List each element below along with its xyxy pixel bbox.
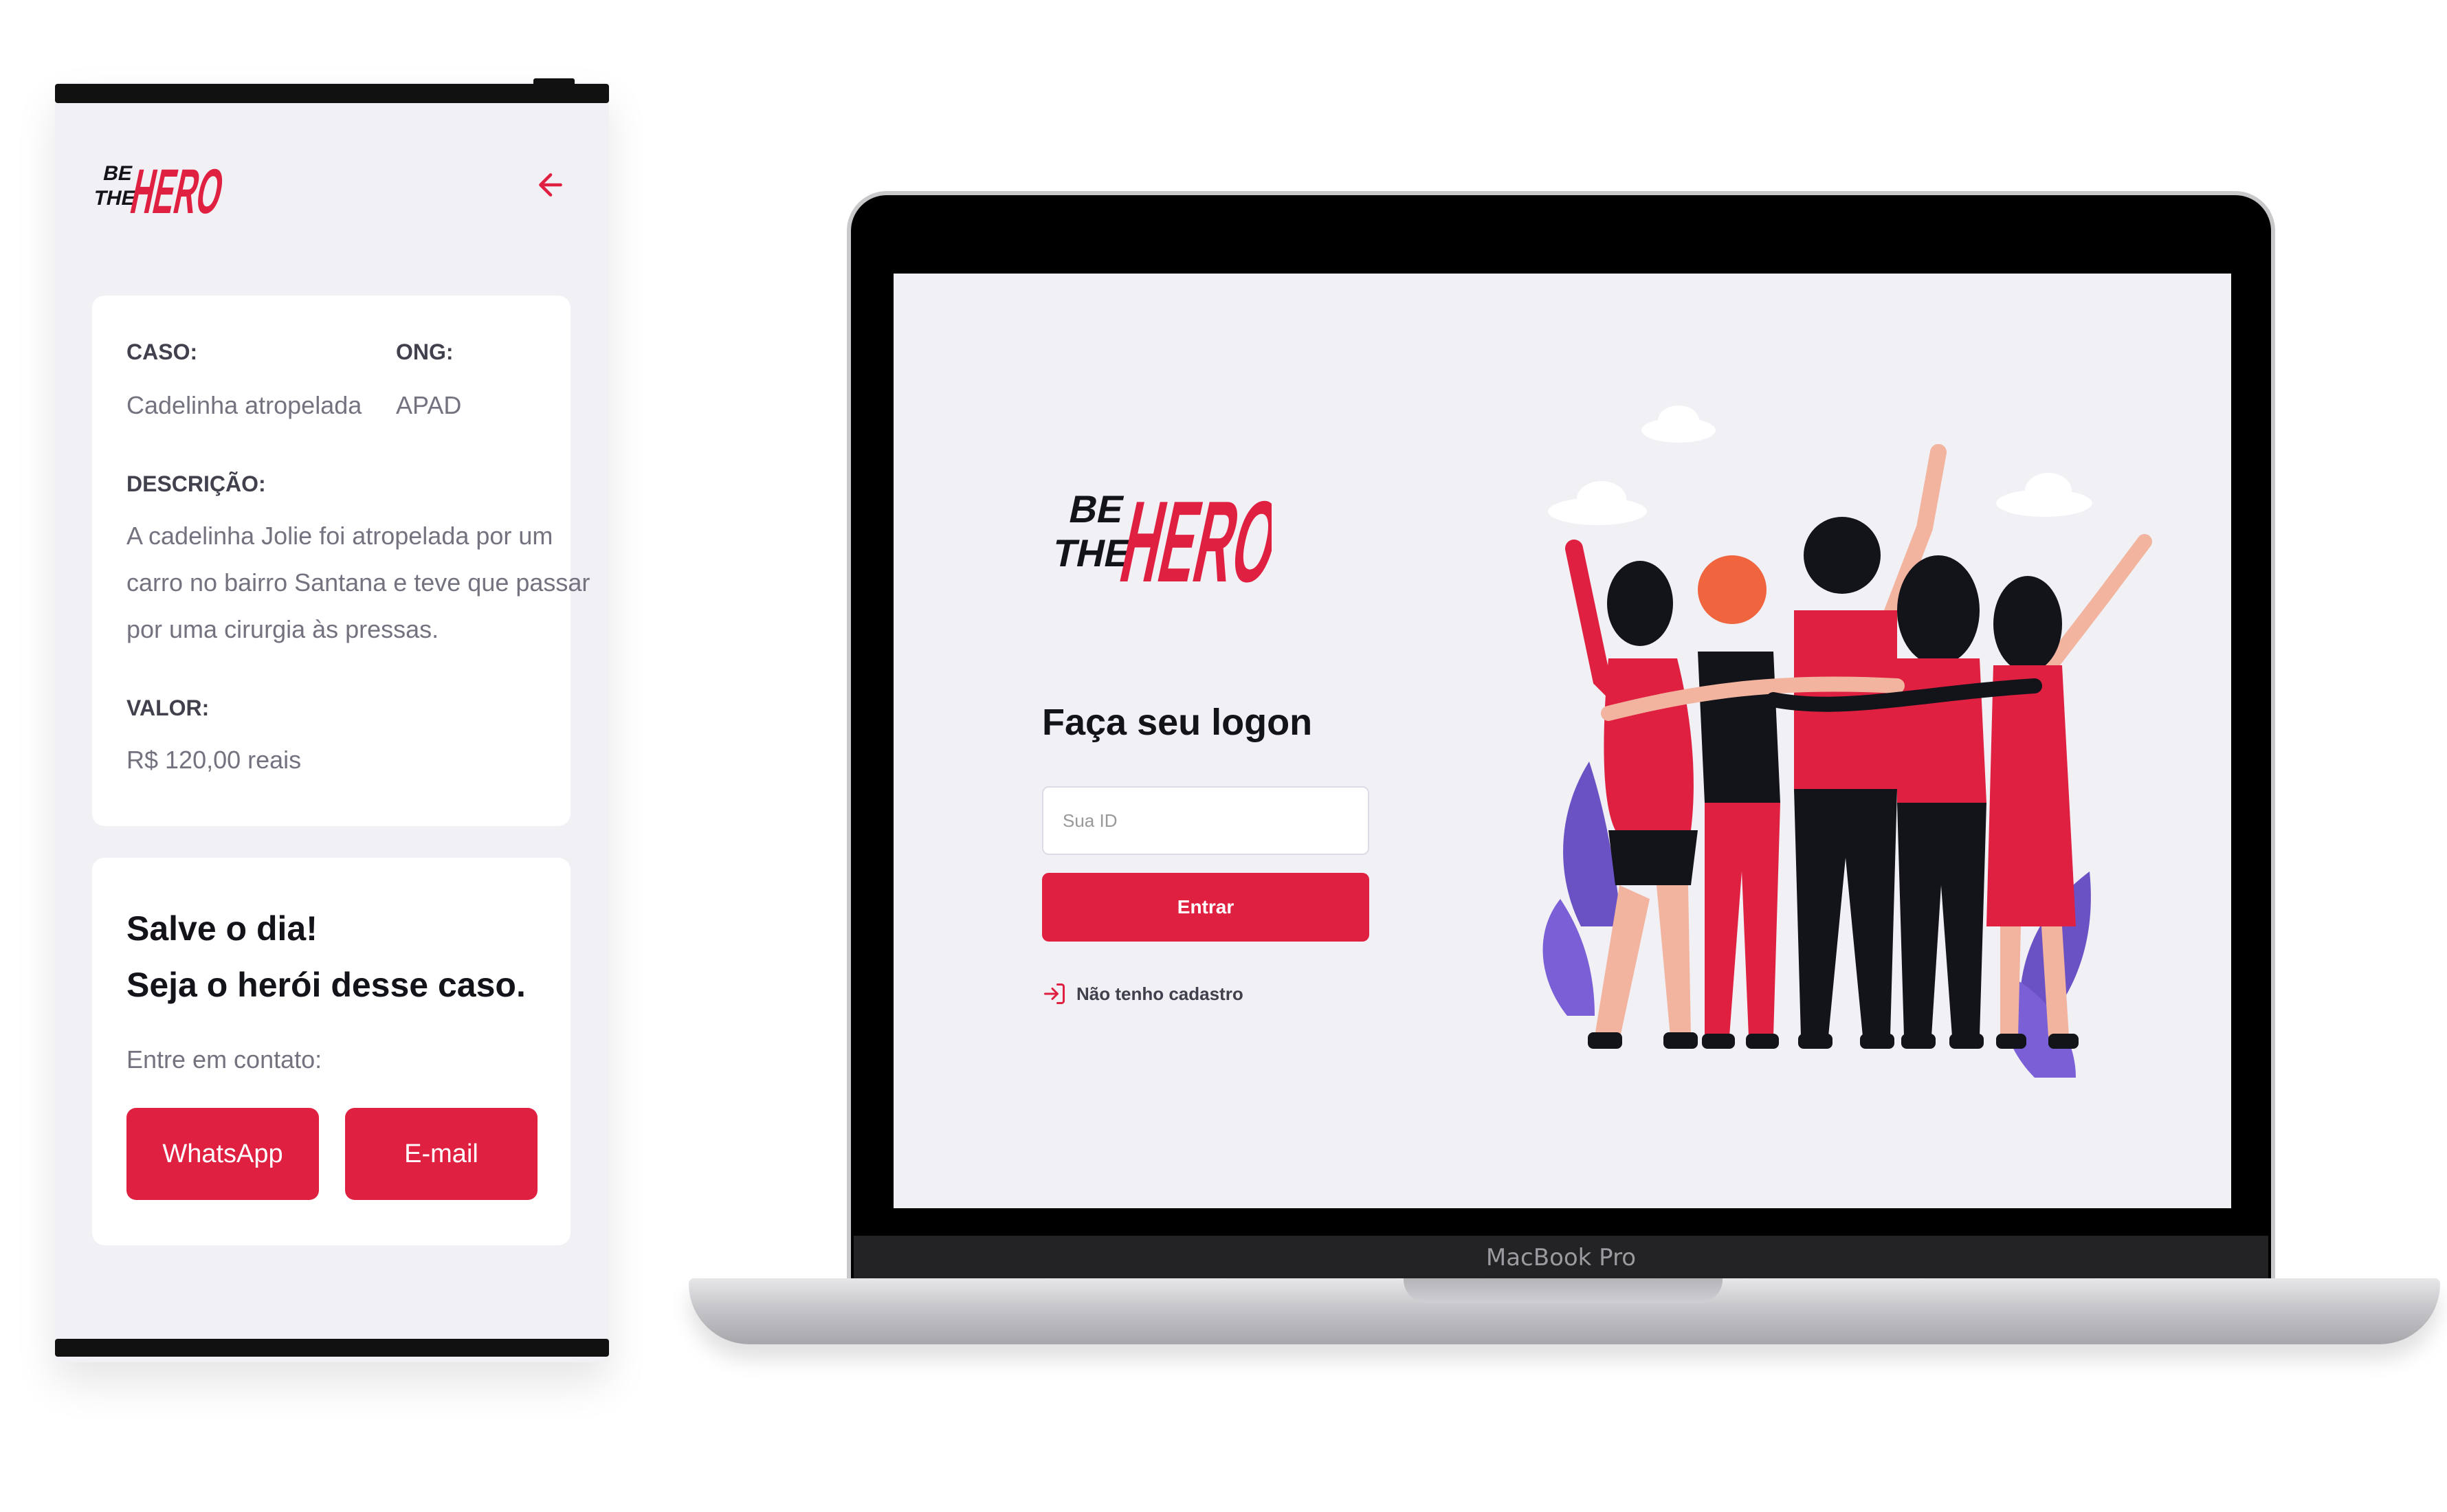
register-link-label: Não tenho cadastro [1076, 983, 1243, 1004]
contact-title-line-2: Seja o herói desse caso. [126, 966, 526, 1004]
svg-text:HERO: HERO [125, 156, 230, 225]
phone-top-bezel [55, 84, 609, 103]
svg-text:BE: BE [101, 162, 135, 185]
heroes-group-illustration [1542, 405, 2152, 1078]
email-button[interactable]: E-mail [345, 1108, 538, 1200]
ong-label: ONG: [396, 340, 454, 364]
laptop-opening-notch [1404, 1278, 1723, 1303]
ong-value: APAD [396, 391, 462, 419]
arrow-left-icon[interactable] [533, 168, 568, 202]
description-line-1: A cadelinha Jolie foi atropelada por um [126, 522, 553, 550]
case-value: Cadelinha atropelada [126, 391, 362, 419]
phone-bottom-bezel [55, 1339, 609, 1357]
register-link[interactable]: Não tenho cadastro [1042, 981, 1243, 1006]
login-button[interactable]: Entrar [1042, 873, 1369, 942]
hero-logo: BE THE HERO [1049, 477, 1272, 606]
value-label: VALOR: [126, 696, 210, 720]
logon-title: Faça seu logon [1042, 702, 1313, 743]
whatsapp-button[interactable]: WhatsApp [126, 1108, 319, 1200]
hero-logo: BE THE HERO [92, 156, 230, 225]
laptop-model-label: MacBook Pro [1485, 1244, 1637, 1271]
description-line-3: por uma cirurgia às pressas. [126, 615, 439, 643]
description-label: DESCRIÇÃO: [126, 471, 266, 496]
log-in-icon [1044, 983, 1065, 1004]
svg-text:BE: BE [1065, 488, 1128, 531]
laptop-screen: BE THE HERO Faça seu logon Entrar Não te… [894, 274, 2231, 1208]
value-value: R$ 120,00 reais [126, 746, 302, 774]
contact-subtitle: Entre em contato: [126, 1045, 322, 1074]
contact-title-line-1: Salve o dia! [126, 909, 318, 948]
description-line-2: carro no bairro Santana e teve que passa… [126, 568, 590, 597]
case-label: CASO: [126, 340, 198, 364]
id-input[interactable] [1042, 786, 1369, 855]
svg-text:HERO: HERO [1111, 477, 1272, 606]
